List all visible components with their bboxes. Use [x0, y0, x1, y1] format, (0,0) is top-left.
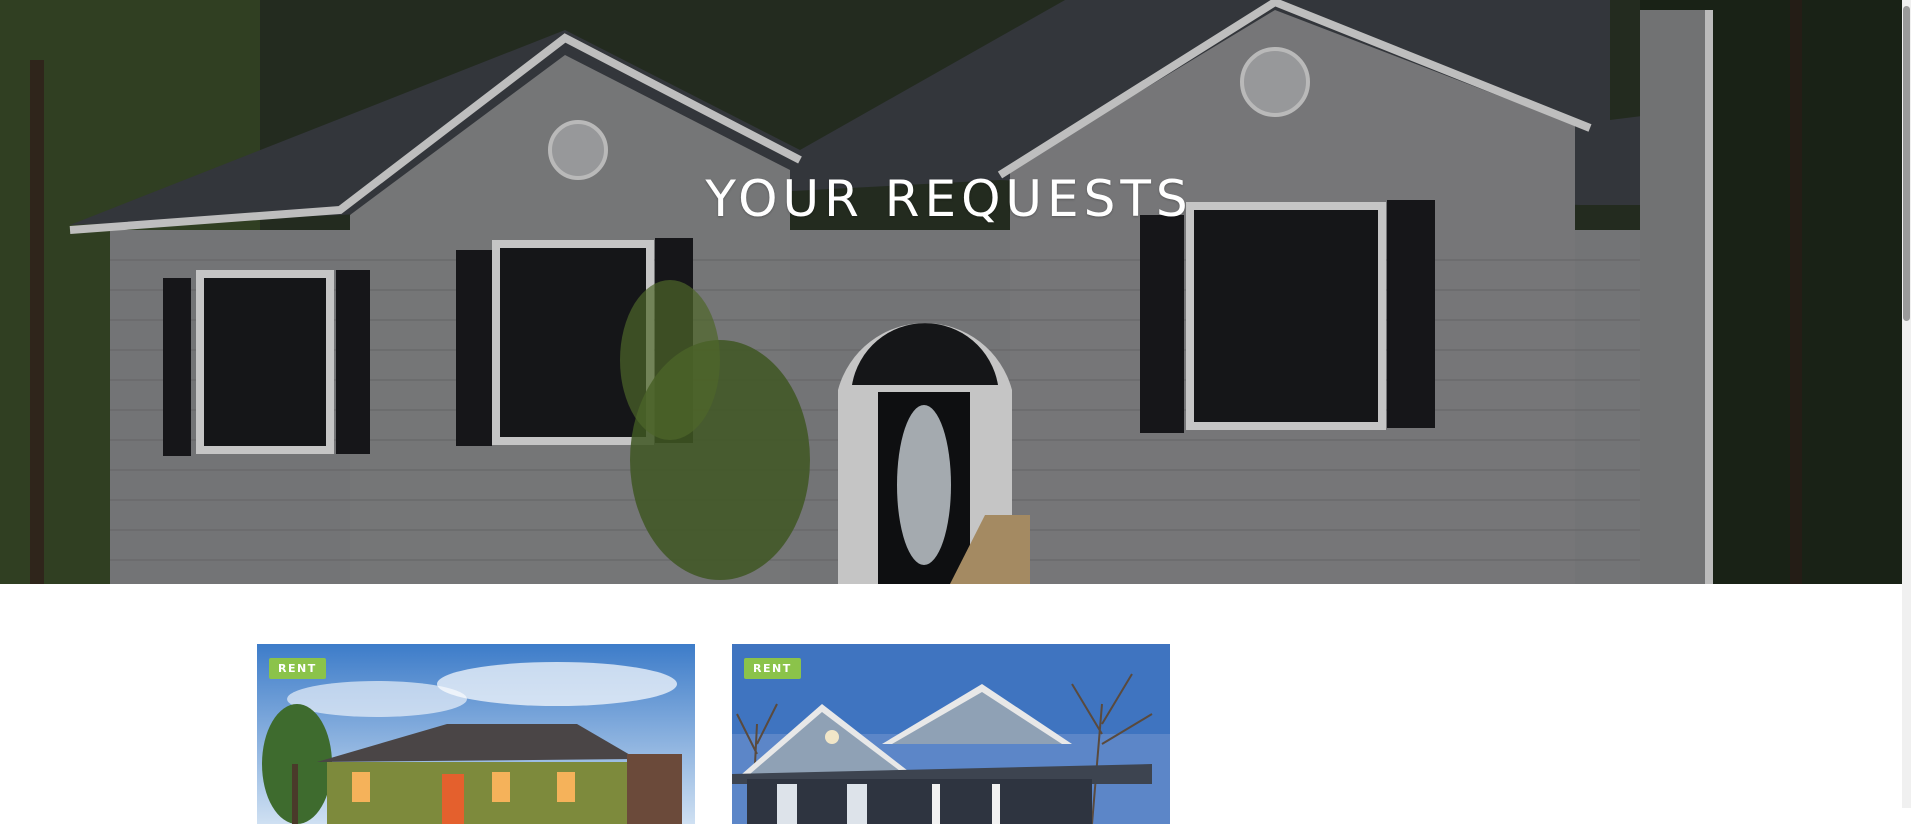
hero-house-image: [0, 0, 1911, 584]
listing-type-badge: RENT: [269, 658, 326, 679]
page-title: YOUR REQUESTS: [705, 170, 1193, 228]
listing-type-badge: RENT: [744, 658, 801, 679]
listing-card[interactable]: RENT: [732, 644, 1170, 824]
scrollbar-thumb[interactable]: [1903, 6, 1910, 321]
page-scrollbar[interactable]: [1902, 0, 1911, 808]
hero-banner: YOUR REQUESTS: [0, 0, 1911, 584]
listing-grid: RENT RENT: [0, 584, 1902, 824]
listing-card[interactable]: RENT: [257, 644, 695, 824]
